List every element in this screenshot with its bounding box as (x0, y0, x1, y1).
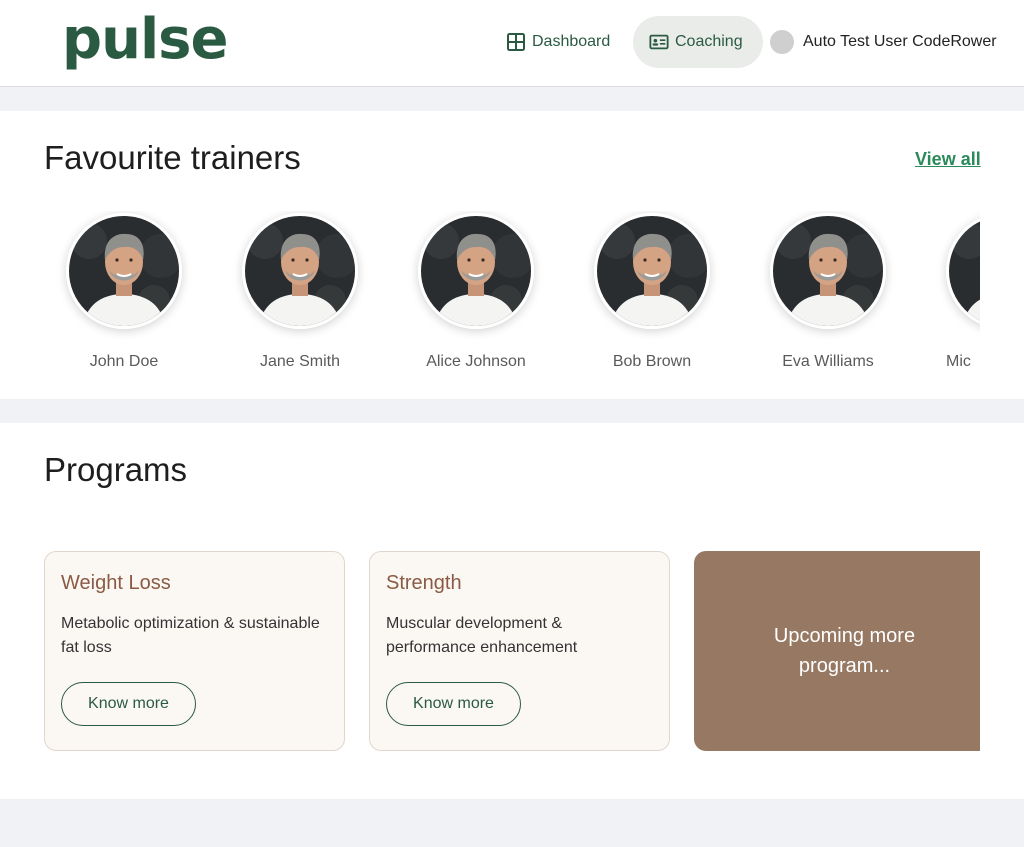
trainer-name: Alice Johnson (426, 353, 526, 370)
pulse-logo[interactable]: pulse (62, 4, 228, 76)
top-header: pulse Dashboard Coaching Auto Test User … (0, 0, 1024, 87)
program-title: Strength (386, 572, 462, 594)
program-card: Strength Muscular development & performa… (369, 551, 670, 751)
programs-section: Programs Weight Loss Metabolic optimizat… (0, 423, 1024, 799)
program-description: Metabolic optimization & sustainable fat… (61, 615, 320, 656)
trainer-name: Mic (946, 353, 971, 370)
avatar (770, 30, 794, 54)
program-description: Muscular development & performance enhan… (386, 615, 578, 656)
trainer-photo (418, 213, 534, 329)
know-more-button[interactable]: Know more (386, 682, 521, 726)
trainer-name: Eva Williams (782, 353, 874, 370)
trainer-name: John Doe (89, 353, 159, 370)
upcoming-program-text: Upcoming more program... (773, 625, 916, 677)
trainer-photo (242, 213, 358, 329)
user-name: Auto Test User CodeRower (803, 33, 997, 50)
program-card: Weight Loss Metabolic optimization & sus… (44, 551, 345, 751)
trainer-photo (594, 213, 710, 329)
nav-coaching[interactable]: Coaching (633, 16, 763, 68)
trainer-name: Bob Brown (612, 353, 692, 370)
nav-dashboard-label: Dashboard (532, 33, 611, 50)
programs-title: Programs (44, 451, 188, 488)
program-title: Weight Loss (61, 572, 171, 594)
grid-icon (506, 32, 526, 52)
nav-dashboard[interactable]: Dashboard (496, 16, 620, 68)
nav-coaching-label: Coaching (675, 33, 743, 50)
trainer-carousel[interactable]: John Doe Jane Smith Alice Johnson Bob Br… (44, 211, 980, 381)
id-card-icon (649, 32, 669, 52)
trainer-photo (946, 213, 980, 329)
favourite-trainers-section: Favourite trainers View all John Doe Jan… (0, 111, 1024, 399)
program-carousel[interactable]: Weight Loss Metabolic optimization & sus… (44, 551, 980, 751)
view-all-link[interactable]: View all (915, 149, 981, 170)
trainer-photo (770, 213, 886, 329)
user-menu[interactable]: Auto Test User CodeRower (770, 16, 997, 68)
favourite-trainers-title: Favourite trainers (44, 139, 301, 176)
upcoming-program-card: Upcoming more program... (694, 551, 980, 751)
trainer-photo (66, 213, 182, 329)
trainer-name: Jane Smith (259, 353, 341, 370)
know-more-button[interactable]: Know more (61, 682, 196, 726)
